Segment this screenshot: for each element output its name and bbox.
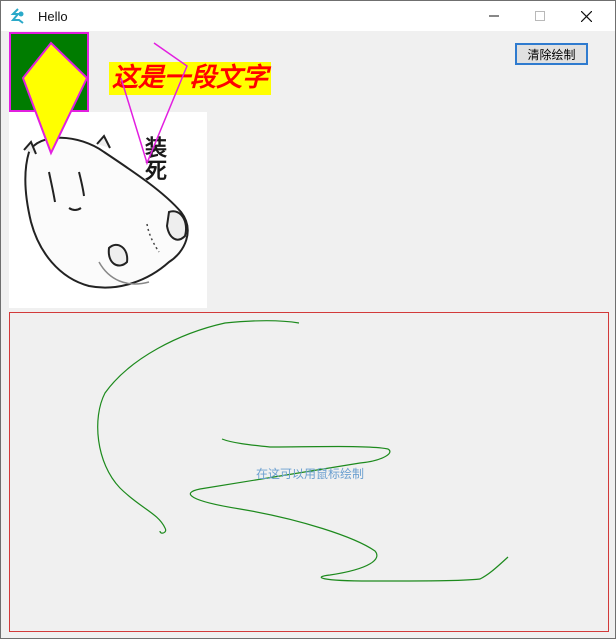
freehand-stroke — [97, 320, 509, 582]
shape-overlay — [21, 41, 188, 166]
magenta-outline-shape — [120, 42, 188, 166]
minimize-button[interactable] — [471, 1, 517, 31]
close-icon — [580, 10, 592, 22]
maximize-button[interactable] — [517, 1, 563, 31]
client-area: 这是一段文字 装死 清除绘制 在这可以用鼠标绘制 — [1, 31, 615, 638]
drawing-hint: 在这可以用鼠标绘制 — [255, 467, 364, 481]
clear-drawing-button[interactable]: 清除绘制 — [515, 43, 588, 65]
title-bar[interactable]: Hello — [1, 1, 615, 31]
close-button[interactable] — [563, 1, 609, 31]
yellow-kite-shape — [21, 41, 89, 156]
window-title: Hello — [38, 9, 68, 24]
maximize-icon — [535, 11, 545, 21]
app-window: Hello 这是一段文字 装死 清除绘制 在这可以用鼠标绘制 — [0, 0, 616, 639]
drawing-canvas[interactable]: 在这可以用鼠标绘制 — [9, 312, 609, 632]
app-icon — [10, 8, 26, 24]
minimize-icon — [489, 11, 499, 21]
